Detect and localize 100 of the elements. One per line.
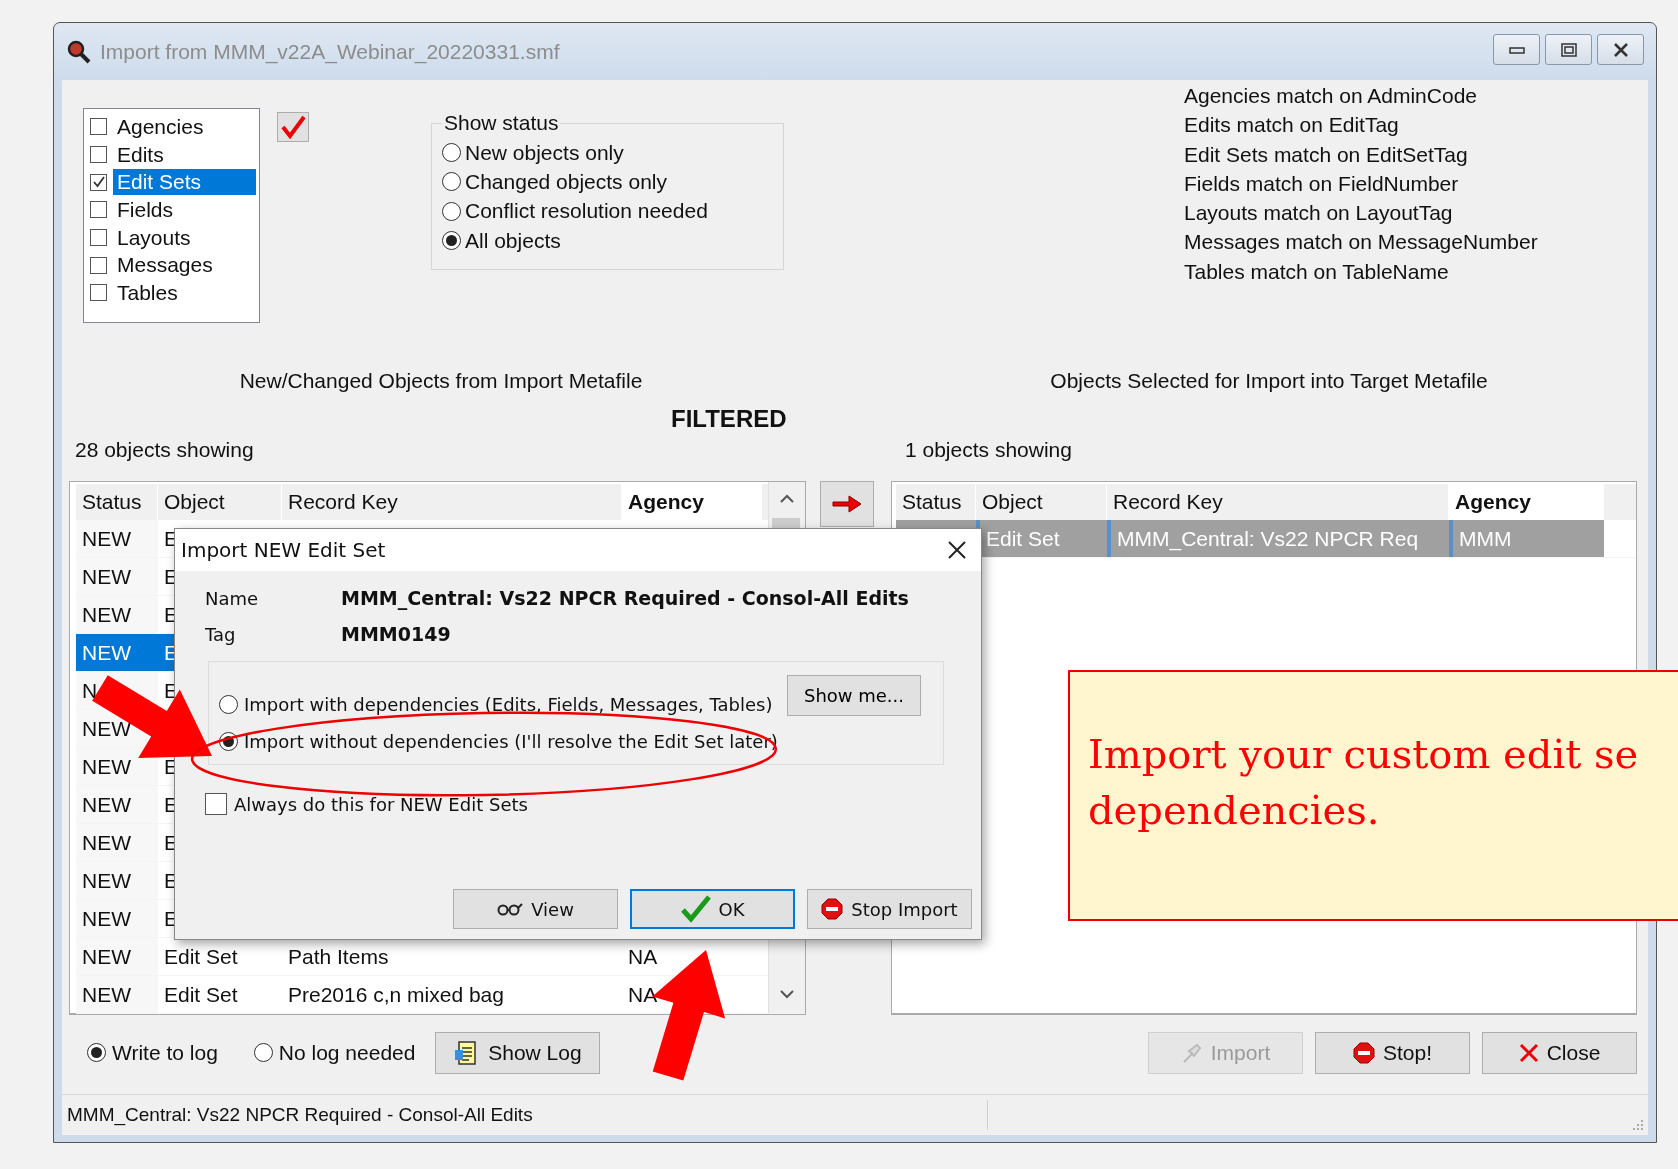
table-cell: NEW bbox=[82, 602, 131, 626]
radio-label[interactable]: Import with dependencies (Edits, Fields, Messages, Tables) bbox=[244, 694, 773, 715]
glasses-icon bbox=[497, 902, 524, 916]
table-cell: NA bbox=[628, 982, 658, 1006]
column-header[interactable]: Object bbox=[158, 483, 282, 520]
table-cell: NEW bbox=[82, 754, 131, 778]
field-value: MMM_Central: Vs22 NPCR Required - Consol-All Edits bbox=[341, 587, 910, 609]
checkbox[interactable] bbox=[90, 284, 107, 302]
table-cell: Edit Set bbox=[164, 982, 238, 1006]
table-cell: Path Items bbox=[288, 944, 389, 968]
table-cell: NEW bbox=[82, 564, 131, 588]
callout-text: dependencies. bbox=[1088, 786, 1381, 835]
list-item[interactable]: Tables bbox=[113, 279, 256, 306]
list-item[interactable]: Layouts bbox=[113, 224, 256, 251]
checkbox[interactable] bbox=[90, 173, 107, 191]
checkbox[interactable] bbox=[205, 793, 227, 815]
checkbox[interactable] bbox=[90, 146, 107, 164]
maximize-button[interactable] bbox=[1545, 34, 1592, 65]
filter-label: FILTERED bbox=[671, 405, 787, 434]
table-cell: NEW bbox=[82, 526, 131, 550]
radio-label[interactable]: Write to log bbox=[112, 1040, 218, 1065]
table-cell: NEW bbox=[82, 982, 131, 1006]
right-arrow-icon bbox=[832, 494, 862, 513]
table-cell: Edit Set bbox=[986, 526, 1060, 550]
column-header[interactable]: Agency bbox=[1449, 483, 1604, 520]
table-cell: NEW bbox=[82, 830, 131, 854]
match-rule-text: Layouts match on LayoutTag bbox=[1184, 200, 1454, 227]
stop-button[interactable]: Stop! bbox=[1315, 1031, 1470, 1074]
stop-sign-icon bbox=[1352, 1041, 1375, 1064]
radio-label[interactable]: Conflict resolution needed bbox=[465, 199, 708, 224]
scroll-up-icon[interactable] bbox=[780, 493, 794, 503]
minimize-icon bbox=[1508, 45, 1525, 54]
table-cell: NEW bbox=[82, 716, 131, 740]
show-log-button[interactable]: Show Log bbox=[435, 1031, 601, 1074]
checkbox[interactable] bbox=[90, 256, 107, 274]
checkbox[interactable] bbox=[90, 229, 107, 247]
callout-text: Import your custom edit se bbox=[1088, 730, 1640, 779]
radio-button[interactable] bbox=[442, 231, 461, 251]
match-rule-text: Messages match on MessageNumber bbox=[1184, 229, 1538, 256]
radio-label[interactable]: Changed objects only bbox=[465, 169, 667, 194]
stop-sign-icon bbox=[821, 898, 844, 920]
ok-button[interactable]: OK bbox=[630, 889, 795, 929]
check-all-button[interactable] bbox=[277, 112, 309, 142]
column-header[interactable]: Agency bbox=[622, 483, 762, 520]
match-rule-text: Edits match on EditTag bbox=[1184, 112, 1400, 139]
list-item[interactable]: Agencies bbox=[113, 113, 256, 140]
table-cell: NEW bbox=[82, 640, 131, 664]
list-item[interactable]: Messages bbox=[113, 252, 256, 279]
list-item[interactable]: Fields bbox=[113, 196, 256, 223]
view-button[interactable]: View bbox=[453, 889, 618, 929]
checkbox[interactable] bbox=[90, 201, 107, 219]
radio-button[interactable] bbox=[442, 143, 461, 163]
list-item[interactable]: Edits bbox=[113, 141, 256, 168]
list-item[interactable]: Edit Sets bbox=[113, 169, 256, 196]
close-button[interactable] bbox=[1597, 34, 1644, 65]
checkbox[interactable] bbox=[90, 118, 107, 136]
minimize-button[interactable] bbox=[1493, 34, 1540, 65]
close-icon[interactable] bbox=[947, 540, 967, 560]
column-header[interactable]: Status bbox=[896, 483, 976, 520]
column-header[interactable]: Object bbox=[976, 483, 1107, 520]
show-me-button[interactable]: Show me... bbox=[787, 675, 921, 716]
close-button[interactable]: Close bbox=[1482, 1031, 1637, 1074]
object-count: 28 objects showing bbox=[75, 437, 255, 462]
radio-button[interactable] bbox=[253, 1043, 273, 1063]
window-title: Import from MMM_v22A_Webinar_20220331.smf bbox=[100, 39, 560, 64]
table-cell: MMM bbox=[1459, 526, 1512, 550]
radio-button[interactable] bbox=[442, 201, 461, 221]
dialog-title: Import NEW Edit Set bbox=[181, 538, 386, 562]
resize-grip-icon bbox=[1632, 1119, 1644, 1131]
radio-button[interactable] bbox=[442, 172, 461, 192]
table-cell: NEW bbox=[82, 906, 131, 930]
match-rule-text: Agencies match on AdminCode bbox=[1184, 83, 1478, 109]
status-text: MMM_Central: Vs22 NPCR Required - Consol-All Edits bbox=[62, 1100, 988, 1131]
radio-label[interactable]: All objects bbox=[465, 228, 561, 253]
close-icon bbox=[1612, 42, 1629, 57]
close-icon bbox=[1518, 1042, 1539, 1063]
stop-button[interactable]: Stop Import bbox=[807, 889, 972, 929]
scroll-thumb[interactable] bbox=[772, 517, 800, 530]
column-header[interactable]: Status bbox=[76, 483, 158, 520]
table-cell: NEW bbox=[82, 792, 131, 816]
panel-heading: Objects Selected for Import into Target Metafile bbox=[1049, 369, 1488, 394]
table-cell: NEW bbox=[82, 944, 131, 968]
object-count: 1 objects showing bbox=[905, 437, 1072, 462]
radio-button[interactable] bbox=[87, 1043, 106, 1063]
field-label: Name bbox=[205, 588, 260, 609]
table-cell: N bbox=[82, 678, 98, 702]
move-right-button[interactable] bbox=[820, 480, 874, 527]
field-label: Tag bbox=[205, 624, 237, 645]
checkbox-label[interactable]: Always do this for NEW Edit Sets bbox=[234, 793, 528, 815]
radio-button[interactable] bbox=[219, 695, 238, 714]
radio-label[interactable]: No log needed bbox=[278, 1040, 416, 1065]
scroll-down-icon[interactable] bbox=[780, 989, 794, 999]
table-cell: NEW bbox=[82, 868, 131, 892]
panel-heading: New/Changed Objects from Import Metafile bbox=[239, 369, 643, 394]
checkmark-icon bbox=[680, 895, 711, 923]
checkmark-icon bbox=[280, 115, 306, 139]
restore-icon bbox=[1560, 42, 1577, 57]
field-value: MMM0149 bbox=[341, 623, 452, 645]
match-rule-text: Edit Sets match on EditSetTag bbox=[1184, 141, 1469, 168]
radio-label[interactable]: New objects only bbox=[465, 140, 624, 165]
